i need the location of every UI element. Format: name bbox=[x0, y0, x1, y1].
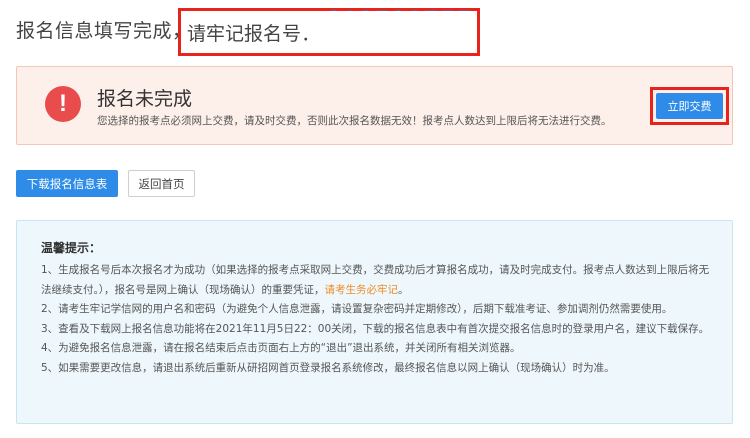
alert-description: 您选择的报考点必须网上交费，请及时交费，否则此次报名数据无效！报考点人数达到上限… bbox=[97, 115, 612, 127]
back-home-button[interactable]: 返回首页 bbox=[128, 170, 195, 197]
alert-title: 报名未完成 bbox=[97, 88, 193, 110]
payment-alert: ! 报名未完成 您选择的报考点必须网上交费，请及时交费，否则此次报名数据无效！报… bbox=[16, 66, 733, 145]
page-title: 报名信息填写完成， bbox=[16, 19, 192, 42]
registration-number-box: 请牢记报名号： 012529777 bbox=[178, 8, 480, 56]
tip-item: 2、请考生牢记学信网的用户名和密码（为避免个人信息泄露，请设置复杂密码并定期修改… bbox=[41, 303, 673, 315]
tip-item: 3、查看及下载网上报名信息功能将在2021年11月5日22：00关闭，下载的报名… bbox=[41, 322, 710, 335]
pay-button-highlight: 立即交费 bbox=[650, 87, 729, 125]
page-header: 报名信息填写完成， bbox=[16, 14, 192, 44]
tip-item: 5、如果需要更改信息，请退出系统后重新从研招网首页登录报名系统修改，最终报名信息… bbox=[41, 361, 615, 374]
tip-item: 4、为避免报名信息泄露，请在报名结束后点击页面右上方的“退出”退出系统，并关闭所… bbox=[41, 342, 521, 354]
tip-highlight: 请考生务必牢记 bbox=[324, 283, 399, 296]
download-registration-button[interactable]: 下载报名信息表 bbox=[16, 170, 118, 197]
pay-now-button[interactable]: 立即交费 bbox=[656, 93, 723, 119]
tips-panel: 温馨提示： 1、生成报名号后本次报名才为成功（如果选择的报考点采取网上交费，交费… bbox=[16, 220, 733, 424]
tip-item: 1、生成报名号后本次报名才为成功（如果选择的报考点采取网上交费，交费成功后才算报… bbox=[41, 264, 710, 296]
tips-title: 温馨提示： bbox=[41, 241, 102, 255]
tips-list: 1、生成报名号后本次报名才为成功（如果选择的报考点采取网上交费，交费成功后才算报… bbox=[41, 261, 711, 378]
exclamation-icon: ! bbox=[45, 86, 81, 122]
registration-number-mask bbox=[301, 11, 476, 35]
